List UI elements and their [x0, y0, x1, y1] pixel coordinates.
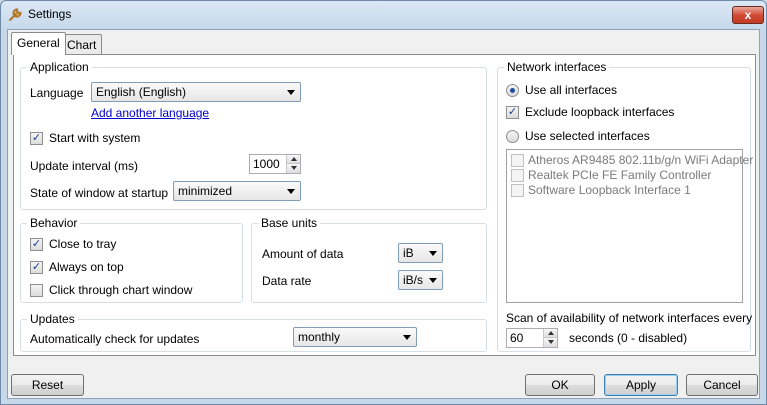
settings-window: Settings x General Chart Application Lan…	[0, 0, 767, 405]
start-with-system-label: Start with system	[49, 131, 141, 145]
chevron-down-icon	[429, 278, 437, 283]
title-bar[interactable]: Settings x	[1, 1, 766, 29]
auto-check-updates-value: monthly	[298, 330, 341, 344]
scan-interval-spinner[interactable]: 60	[506, 328, 558, 348]
tab-general[interactable]: General	[11, 32, 66, 55]
click-through-checkbox[interactable]	[30, 284, 43, 297]
use-selected-interfaces-radio[interactable]	[506, 130, 519, 143]
language-select[interactable]: English (English)	[91, 82, 301, 102]
spin-up-icon[interactable]	[286, 155, 300, 164]
scan-interval-label: Scan of availability of network interfac…	[506, 311, 753, 325]
behavior-group: Behavior ✓ Close to tray ✓ Always on top…	[20, 216, 243, 303]
window-state-value: minimized	[178, 184, 233, 198]
interface-checkbox[interactable]	[511, 169, 524, 182]
general-tab-page: Application Language English (English) A…	[13, 54, 756, 356]
always-on-top-checkbox[interactable]: ✓	[30, 261, 43, 274]
click-through-label: Click through chart window	[49, 283, 193, 297]
interface-name: Software Loopback Interface 1	[528, 183, 691, 197]
scan-interval-value: 60	[510, 331, 524, 345]
base-units-group-label: Base units	[258, 216, 321, 230]
add-language-link[interactable]: Add another language	[91, 106, 209, 120]
apply-button[interactable]: Apply	[604, 374, 678, 396]
behavior-group-label: Behavior	[27, 216, 81, 230]
reset-button[interactable]: Reset	[11, 374, 84, 396]
spin-down-icon[interactable]	[543, 338, 557, 347]
language-select-value: English (English)	[96, 85, 187, 99]
amount-of-data-label: Amount of data	[262, 247, 344, 261]
window-state-label: State of window at startup	[30, 186, 169, 200]
amount-of-data-select[interactable]: iB	[398, 243, 443, 263]
base-units-group: Base units Amount of data iB Data rate i…	[251, 216, 487, 303]
auto-check-updates-select[interactable]: monthly	[293, 327, 417, 347]
application-group: Application Language English (English) A…	[20, 60, 487, 210]
close-to-tray-checkbox[interactable]: ✓	[30, 238, 43, 251]
application-group-label: Application	[27, 60, 92, 74]
chevron-down-icon	[429, 251, 437, 256]
ok-button[interactable]: OK	[525, 374, 595, 396]
spin-down-icon[interactable]	[286, 164, 300, 173]
close-button[interactable]: x	[732, 6, 764, 24]
chevron-down-icon	[287, 90, 295, 95]
tab-chart[interactable]: Chart	[61, 34, 103, 54]
amount-of-data-value: iB	[403, 246, 414, 260]
update-interval-label: Update interval (ms)	[30, 159, 139, 173]
exclude-loopback-label: Exclude loopback interfaces	[525, 105, 675, 119]
exclude-loopback-checkbox[interactable]: ✓	[506, 106, 519, 119]
interface-name: Realtek PCIe FE Family Controller	[528, 168, 712, 182]
dialog-client-area: General Chart Application Language Engli…	[7, 29, 760, 399]
data-rate-select[interactable]: iB/s	[398, 270, 443, 290]
cancel-button[interactable]: Cancel	[686, 374, 758, 396]
interface-checkbox[interactable]	[511, 154, 524, 167]
use-all-interfaces-label: Use all interfaces	[525, 83, 618, 97]
interface-checkbox[interactable]	[511, 184, 524, 197]
close-to-tray-label: Close to tray	[49, 237, 117, 251]
wrench-icon	[8, 8, 22, 22]
use-selected-interfaces-label: Use selected interfaces	[525, 129, 650, 143]
network-interfaces-group-label: Network interfaces	[504, 60, 610, 74]
data-rate-label: Data rate	[262, 274, 312, 288]
auto-check-updates-label: Automatically check for updates	[30, 332, 200, 346]
scan-interval-suffix: seconds (0 - disabled)	[569, 331, 688, 345]
updates-group-label: Updates	[27, 312, 78, 326]
updates-group: Updates Automatically check for updates …	[20, 312, 487, 352]
chevron-down-icon	[287, 189, 295, 194]
interfaces-list[interactable]: Atheros AR9485 802.11b/g/n WiFi Adapter …	[506, 149, 753, 303]
update-interval-spinner[interactable]: 1000	[249, 154, 301, 174]
use-all-interfaces-radio[interactable]	[506, 84, 519, 97]
start-with-system-checkbox[interactable]: ✓	[30, 132, 43, 145]
window-state-select[interactable]: minimized	[173, 181, 301, 201]
update-interval-value: 1000	[253, 157, 280, 171]
data-rate-value: iB/s	[403, 273, 424, 287]
window-title: Settings	[28, 7, 72, 21]
spin-up-icon[interactable]	[543, 329, 557, 338]
network-interfaces-group: Network interfaces Use all interfaces ✓ …	[497, 60, 753, 352]
always-on-top-label: Always on top	[49, 260, 124, 274]
chevron-down-icon	[403, 335, 411, 340]
language-label: Language	[30, 86, 84, 100]
interface-name: Atheros AR9485 802.11b/g/n WiFi Adapter	[528, 153, 754, 167]
